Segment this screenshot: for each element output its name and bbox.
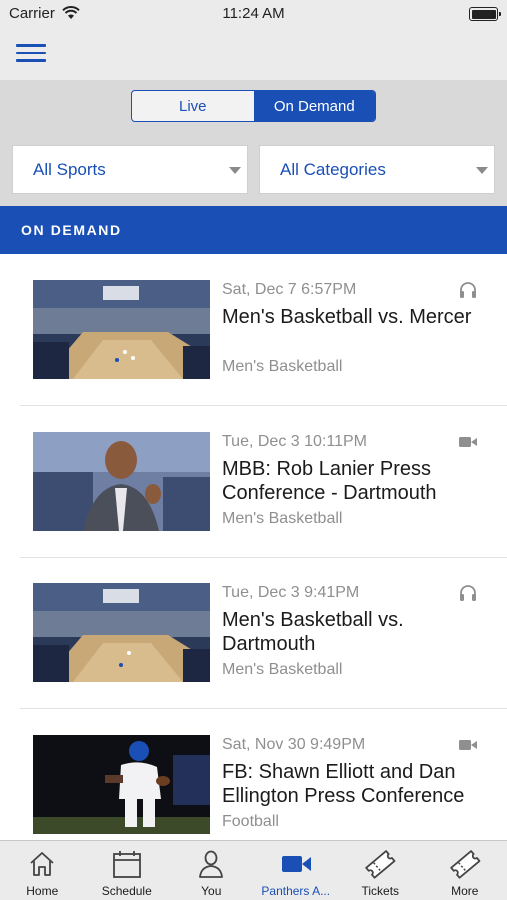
chevron-down-icon [476, 167, 488, 174]
navigation-bar [0, 28, 507, 80]
item-category: Football [222, 813, 279, 830]
tab-label: You [201, 884, 222, 898]
on-demand-list: Sat, Dec 7 6:57PM Men's Basketball vs. M… [0, 254, 507, 840]
tab-label: Panthers A... [261, 884, 331, 898]
sports-dropdown[interactable]: All Sports [12, 145, 248, 194]
item-category: Men's Basketball [222, 358, 343, 375]
tab-schedule[interactable]: Schedule [85, 841, 170, 900]
headphones-icon [460, 585, 476, 601]
thumbnail-image [33, 280, 210, 379]
video-camera-icon [459, 740, 477, 750]
menu-icon[interactable] [16, 44, 46, 62]
item-title: Men's Basketball vs. Mercer [222, 306, 472, 328]
tab-label: Schedule [101, 884, 152, 898]
section-title: ON DEMAND [21, 222, 122, 238]
tab-tickets[interactable]: Tickets [338, 841, 423, 900]
segment-live[interactable]: Live [132, 91, 254, 121]
item-date: Sat, Nov 30 9:49PM [222, 736, 366, 753]
tab-more[interactable]: More [423, 841, 507, 900]
item-date: Sat, Dec 7 6:57PM [222, 281, 357, 298]
item-title: Men's Basketball vs. Dartmouth [222, 609, 404, 655]
segment-on-demand[interactable]: On Demand [253, 91, 375, 121]
ticket-icon [450, 850, 481, 879]
item-category: Men's Basketball [222, 661, 343, 678]
calendar-icon [112, 851, 141, 878]
clock: 11:24 AM [222, 5, 285, 22]
status-bar: Carrier 11:24 AM [0, 0, 507, 28]
ticket-icon [365, 850, 396, 879]
thumbnail-image [33, 583, 210, 682]
categories-dropdown-value: All Categories [280, 160, 386, 179]
tab-label: Tickets [361, 884, 400, 898]
sports-dropdown-value: All Sports [33, 160, 106, 179]
live-on-demand-toggle[interactable]: Live On Demand [131, 90, 376, 122]
list-item[interactable]: Tue, Dec 3 10:11PM MBB: Rob Lanier Press… [20, 406, 507, 558]
item-title: FB: Shawn Elliott and Dan Ellington Pres… [222, 761, 465, 807]
thumbnail-image [33, 735, 210, 834]
chevron-down-icon [229, 167, 241, 174]
tab-you[interactable]: You [169, 841, 254, 900]
item-date: Tue, Dec 3 9:41PM [222, 584, 360, 601]
video-camera-icon [459, 437, 477, 447]
item-title: MBB: Rob Lanier Press Conference - Dartm… [222, 458, 437, 504]
categories-dropdown[interactable]: All Categories [259, 145, 495, 194]
section-header: ON DEMAND [0, 206, 507, 254]
video-camera-icon [281, 856, 311, 872]
tab-home[interactable]: Home [0, 841, 85, 900]
thumbnail-image [33, 432, 210, 531]
list-item[interactable]: Tue, Dec 3 9:41PM Men's Basketball vs. D… [20, 557, 507, 709]
tab-bar: Home Schedule You Panthers A... Tickets … [0, 840, 507, 900]
person-icon [199, 850, 224, 878]
item-date: Tue, Dec 3 10:11PM [222, 433, 367, 450]
item-category: Men's Basketball [222, 510, 343, 527]
list-item[interactable]: Sat, Dec 7 6:57PM Men's Basketball vs. M… [20, 254, 507, 406]
tab-panthers-audio-video[interactable]: Panthers A... [254, 841, 339, 900]
home-icon [30, 852, 54, 876]
list-item[interactable]: Sat, Nov 30 9:49PM FB: Shawn Elliott and… [20, 709, 507, 840]
filter-controls: Live On Demand All Sports All Categories [0, 80, 507, 206]
battery-icon [469, 7, 501, 21]
headphones-icon [460, 282, 476, 298]
tab-label: Home [26, 884, 59, 898]
tab-label: More [451, 884, 479, 898]
